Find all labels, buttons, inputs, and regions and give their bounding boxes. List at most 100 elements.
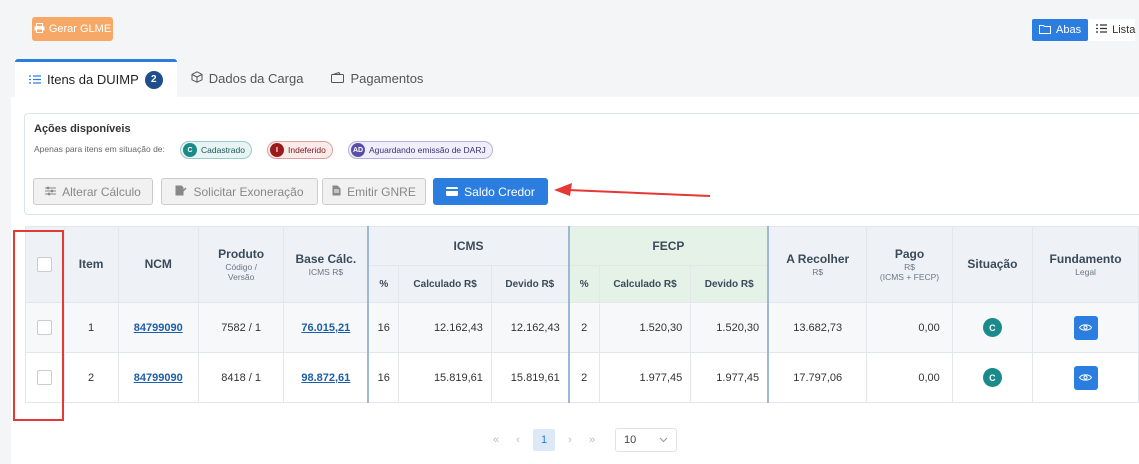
folder-icon [1039, 24, 1051, 37]
view-lista-label: Lista [1112, 24, 1136, 36]
pagination: « ‹ 1 › » 10 [485, 427, 677, 453]
chip-label: Aguardando emissão de DARJ [369, 145, 486, 155]
tab-label: Dados da Carga [208, 70, 304, 86]
base-calc-link[interactable]: 76.015,21 [301, 322, 350, 334]
cell-ncm: 84799090 [117, 352, 199, 403]
header-fecp-devido: Devido R$ [690, 265, 769, 303]
list-icon [29, 72, 41, 87]
cell-fecp-devido: 1.977,45 [690, 352, 769, 403]
chip-dot: I [270, 143, 284, 157]
chip-label: Indeferido [288, 145, 326, 155]
status-badge: C [982, 318, 1002, 337]
header-fecp-calculado: Calculado R$ [598, 265, 692, 303]
cell-situacao: C [951, 352, 1034, 403]
table-row: 1 84799090 7582 / 1 76.015,21 16 12.162,… [25, 302, 1139, 353]
status-chip-indeferido: I Indeferido [267, 141, 333, 159]
status-chip-aguardando: AD Aguardando emissão de DARJ [348, 141, 493, 159]
tab-pagamentos[interactable]: Pagamentos [317, 59, 437, 97]
header-base-calc: Base Cálc. ICMS R$ [283, 226, 369, 303]
header-icms: ICMS [367, 226, 570, 266]
chip-dot: AD [351, 143, 365, 157]
card-icon [446, 185, 459, 199]
cell-a-recolher: 13.682,73 [767, 302, 868, 353]
list-icon [1096, 24, 1108, 36]
item-count-badge: 2 [144, 70, 163, 89]
chip-dot: C [183, 143, 197, 157]
header-ncm: NCM [117, 226, 199, 303]
cell-situacao: C [951, 302, 1034, 353]
cell-icms-pct: 16 [367, 352, 400, 403]
tab-itens-duimp[interactable]: Itens da DUIMP 2 [15, 59, 177, 97]
view-lista-button[interactable]: Lista [1088, 19, 1136, 41]
last-page-icon[interactable]: » [581, 434, 603, 446]
header-fundamento: Fundamento Legal [1032, 226, 1139, 303]
annotation-highlight-box [13, 230, 64, 421]
view-abas-button[interactable]: Abas [1032, 19, 1089, 41]
status-chip-cadastrado: C Cadastrado [180, 141, 252, 159]
cell-icms-calculado: 15.819,61 [398, 352, 492, 403]
header-a-recolher: A Recolher R$ [767, 226, 868, 303]
cell-fundamento [1032, 302, 1139, 353]
tab-label: Pagamentos [350, 70, 424, 86]
saldo-credor-button[interactable]: Saldo Credor [433, 178, 548, 205]
header-item: Item [63, 226, 119, 303]
page-size-select[interactable]: 10 [615, 428, 677, 452]
gerar-glme-label: Gerar GLME [48, 23, 112, 35]
header-icms-pct: % [367, 265, 400, 303]
header-icms-devido: Devido R$ [490, 265, 570, 303]
first-page-icon[interactable]: « [485, 434, 507, 446]
cell-fecp-pct: 2 [567, 352, 600, 403]
eye-icon [1079, 324, 1093, 331]
annotation-arrow [554, 183, 711, 197]
wallet-icon [331, 71, 345, 86]
cell-icms-pct: 16 [367, 302, 400, 353]
tab-dados-carga[interactable]: Dados da Carga [177, 59, 318, 97]
view-fundamento-button[interactable] [1073, 315, 1098, 340]
cell-fundamento [1032, 352, 1139, 403]
tab-label: Itens da DUIMP [47, 72, 139, 87]
base-calc-link[interactable]: 98.872,61 [301, 372, 350, 384]
prev-page-icon[interactable]: ‹ [507, 434, 529, 446]
cell-fecp-pct: 2 [567, 302, 600, 353]
cell-item: 1 [63, 302, 119, 353]
cell-pago: 0,00 [866, 352, 953, 403]
cube-icon [191, 70, 203, 86]
alterar-calculo-button[interactable]: Alterar Cálculo [33, 178, 153, 205]
actions-note: Apenas para itens em situação de: [34, 144, 165, 154]
table-row: 2 84799090 8418 / 1 98.872,61 16 15.819,… [25, 352, 1139, 403]
button-label: Alterar Cálculo [62, 184, 141, 199]
cell-icms-devido: 12.162,43 [490, 302, 570, 353]
status-badge: C [982, 368, 1002, 387]
cell-produto: 8418 / 1 [197, 352, 285, 403]
items-table: Item NCM Produto Código / Versão Base Cá… [25, 226, 1139, 403]
solicitar-exoneracao-button[interactable]: Solicitar Exoneração [161, 178, 318, 205]
view-fundamento-button[interactable] [1073, 365, 1098, 390]
chip-label: Cadastrado [201, 145, 245, 155]
header-pago: Pago R$ (ICMS + FECP) [866, 226, 953, 303]
cell-a-recolher: 17.797,06 [767, 352, 868, 403]
cell-base: 98.872,61 [283, 352, 369, 403]
cell-ncm: 84799090 [117, 302, 199, 353]
cell-produto: 7582 / 1 [197, 302, 285, 353]
view-abas-label: Abas [1056, 24, 1082, 36]
button-label: Saldo Credor [464, 184, 535, 199]
sliders-icon [45, 185, 57, 199]
button-label: Solicitar Exoneração [193, 184, 304, 199]
gerar-glme-button[interactable]: Gerar GLME [32, 17, 113, 41]
cell-pago: 0,00 [866, 302, 953, 353]
header-situacao: Situação [951, 226, 1034, 303]
cell-icms-calculado: 12.162,43 [398, 302, 492, 353]
cell-fecp-calculado: 1.520,30 [598, 302, 692, 353]
chevron-down-icon [659, 434, 668, 446]
ncm-link[interactable]: 84799090 [134, 372, 183, 384]
cell-icms-devido: 15.819,61 [490, 352, 570, 403]
file-pen-icon [175, 185, 187, 199]
ncm-link[interactable]: 84799090 [134, 322, 183, 334]
eye-icon [1079, 374, 1093, 381]
cell-fecp-calculado: 1.977,45 [598, 352, 692, 403]
page-current[interactable]: 1 [533, 429, 555, 451]
actions-title: Ações disponíveis [34, 123, 131, 135]
next-page-icon[interactable]: › [559, 434, 581, 446]
cell-base: 76.015,21 [283, 302, 369, 353]
emitir-gnre-button[interactable]: Emitir GNRE [322, 178, 426, 205]
